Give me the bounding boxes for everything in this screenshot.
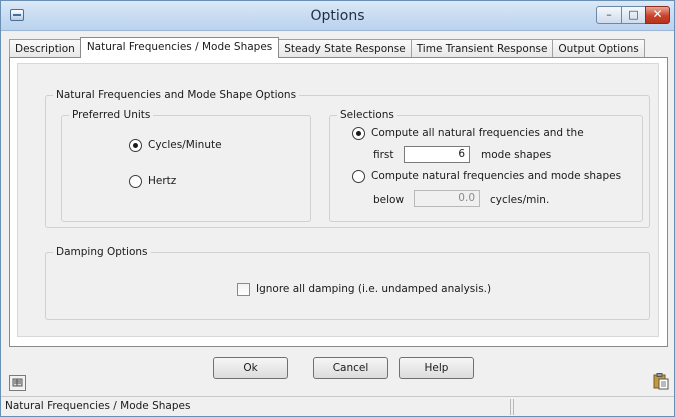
tab-time-transient-response[interactable]: Time Transient Response — [410, 39, 554, 58]
compute-all-label[interactable]: Compute all natural frequencies and the — [371, 127, 584, 139]
mode-shape-options-group: Natural Frequencies and Mode Shape Optio… — [45, 89, 650, 228]
preferred-units-legend: Preferred Units — [69, 109, 154, 121]
cycles-per-minute-radio[interactable] — [129, 139, 142, 152]
options-dialog: Options – □ ✕ Description Natural Freque… — [0, 0, 675, 417]
options-panel: Natural Frequencies and Mode Shape Optio… — [17, 63, 659, 337]
ok-button[interactable]: Ok — [213, 357, 288, 379]
cancel-button[interactable]: Cancel — [313, 357, 388, 379]
status-bar: Natural Frequencies / Mode Shapes — [1, 396, 674, 416]
first-mode-shapes-input[interactable]: 6 — [404, 146, 470, 163]
status-cell-secondary — [513, 399, 671, 415]
damping-options-group: Damping Options Ignore all damping (i.e.… — [45, 246, 650, 320]
tab-natural-frequencies[interactable]: Natural Frequencies / Mode Shapes — [79, 37, 280, 58]
tab-strip: Description Natural Frequencies / Mode S… — [9, 37, 645, 58]
below-label: below — [373, 194, 405, 206]
hertz-radio[interactable] — [129, 175, 142, 188]
minimize-button[interactable]: – — [596, 6, 622, 24]
ignore-damping-label[interactable]: Ignore all damping (i.e. undamped analys… — [256, 283, 491, 295]
tab-steady-state-response[interactable]: Steady State Response — [278, 39, 412, 58]
selections-legend: Selections — [337, 109, 397, 121]
tab-output-options[interactable]: Output Options — [552, 39, 645, 58]
tab-panel: Natural Frequencies and Mode Shape Optio… — [9, 57, 668, 347]
compute-all-radio[interactable] — [352, 127, 365, 140]
maximize-button[interactable]: □ — [621, 6, 646, 24]
ignore-damping-checkbox[interactable] — [237, 283, 250, 296]
status-text: Natural Frequencies / Mode Shapes — [3, 399, 511, 415]
clipboard-icon[interactable] — [652, 373, 669, 390]
title-bar[interactable]: Options – □ ✕ — [1, 1, 674, 31]
compute-below-radio[interactable] — [352, 170, 365, 183]
selections-group: Selections Compute all natural frequenci… — [329, 109, 643, 222]
cycles-per-min-label: cycles/min. — [490, 194, 550, 206]
below-frequency-input[interactable]: 0.0 — [414, 190, 480, 207]
cycles-per-minute-label[interactable]: Cycles/Minute — [148, 139, 222, 151]
keypad-icon[interactable] — [9, 375, 26, 391]
hertz-label[interactable]: Hertz — [148, 175, 176, 187]
damping-options-legend: Damping Options — [53, 246, 151, 258]
window-title: Options — [310, 8, 365, 24]
mode-shape-options-legend: Natural Frequencies and Mode Shape Optio… — [53, 89, 300, 101]
tab-description[interactable]: Description — [9, 39, 81, 58]
help-button[interactable]: Help — [399, 357, 474, 379]
first-label: first — [373, 149, 394, 161]
compute-below-label[interactable]: Compute natural frequencies and mode sha… — [371, 170, 621, 182]
mode-shapes-label: mode shapes — [481, 149, 552, 161]
preferred-units-group: Preferred Units Cycles/Minute Hertz — [61, 109, 311, 222]
close-button[interactable]: ✕ — [645, 6, 670, 24]
